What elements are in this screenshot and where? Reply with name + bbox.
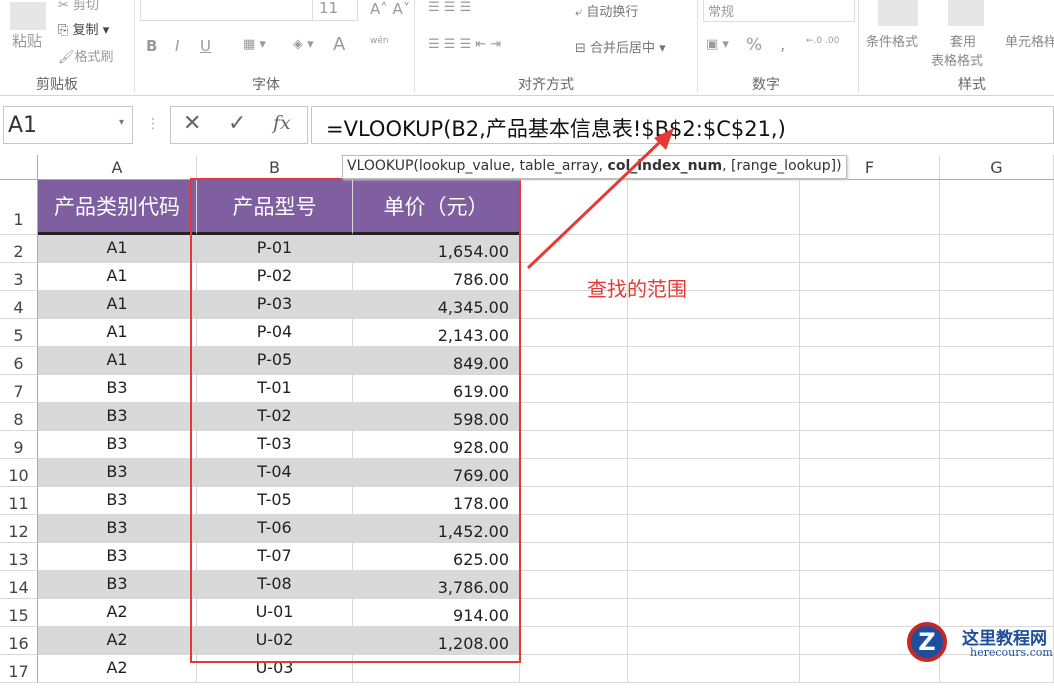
watermark-url: herecours.com bbox=[970, 646, 1053, 659]
watermark-logo: Z bbox=[907, 622, 947, 662]
annotation-arrow bbox=[526, 128, 674, 270]
